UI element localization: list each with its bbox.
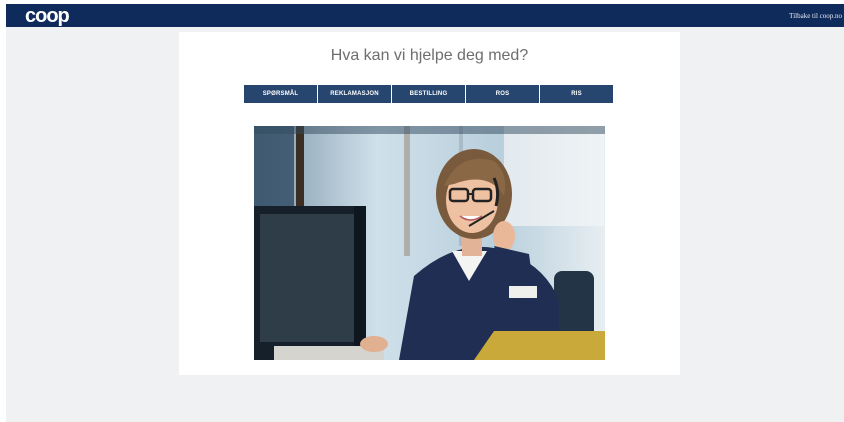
category-tabs: SPØRSMÅL REKLAMASJON BESTILLING ROS RIS — [244, 85, 613, 103]
tab-sporsmal[interactable]: SPØRSMÅL — [244, 85, 317, 103]
top-navigation-bar: coop Tilbake til coop.no — [6, 4, 844, 27]
customer-service-photo — [254, 126, 605, 360]
back-to-coop-link[interactable]: Tilbake til coop.no — [789, 12, 842, 20]
tab-ris[interactable]: RIS — [540, 85, 613, 103]
tab-reklamasjon[interactable]: REKLAMASJON — [318, 85, 391, 103]
tab-bestilling[interactable]: BESTILLING — [392, 85, 465, 103]
page-title: Hva kan vi hjelpe deg med? — [330, 47, 529, 64]
coop-logo[interactable]: coop — [25, 5, 70, 28]
page-background: coop Tilbake til coop.no Hva kan vi hjel… — [6, 4, 844, 422]
tab-ros[interactable]: ROS — [466, 85, 539, 103]
customer-service-illustration — [254, 126, 605, 360]
content-card: Hva kan vi hjelpe deg med? SPØRSMÅL REKL… — [179, 32, 680, 375]
